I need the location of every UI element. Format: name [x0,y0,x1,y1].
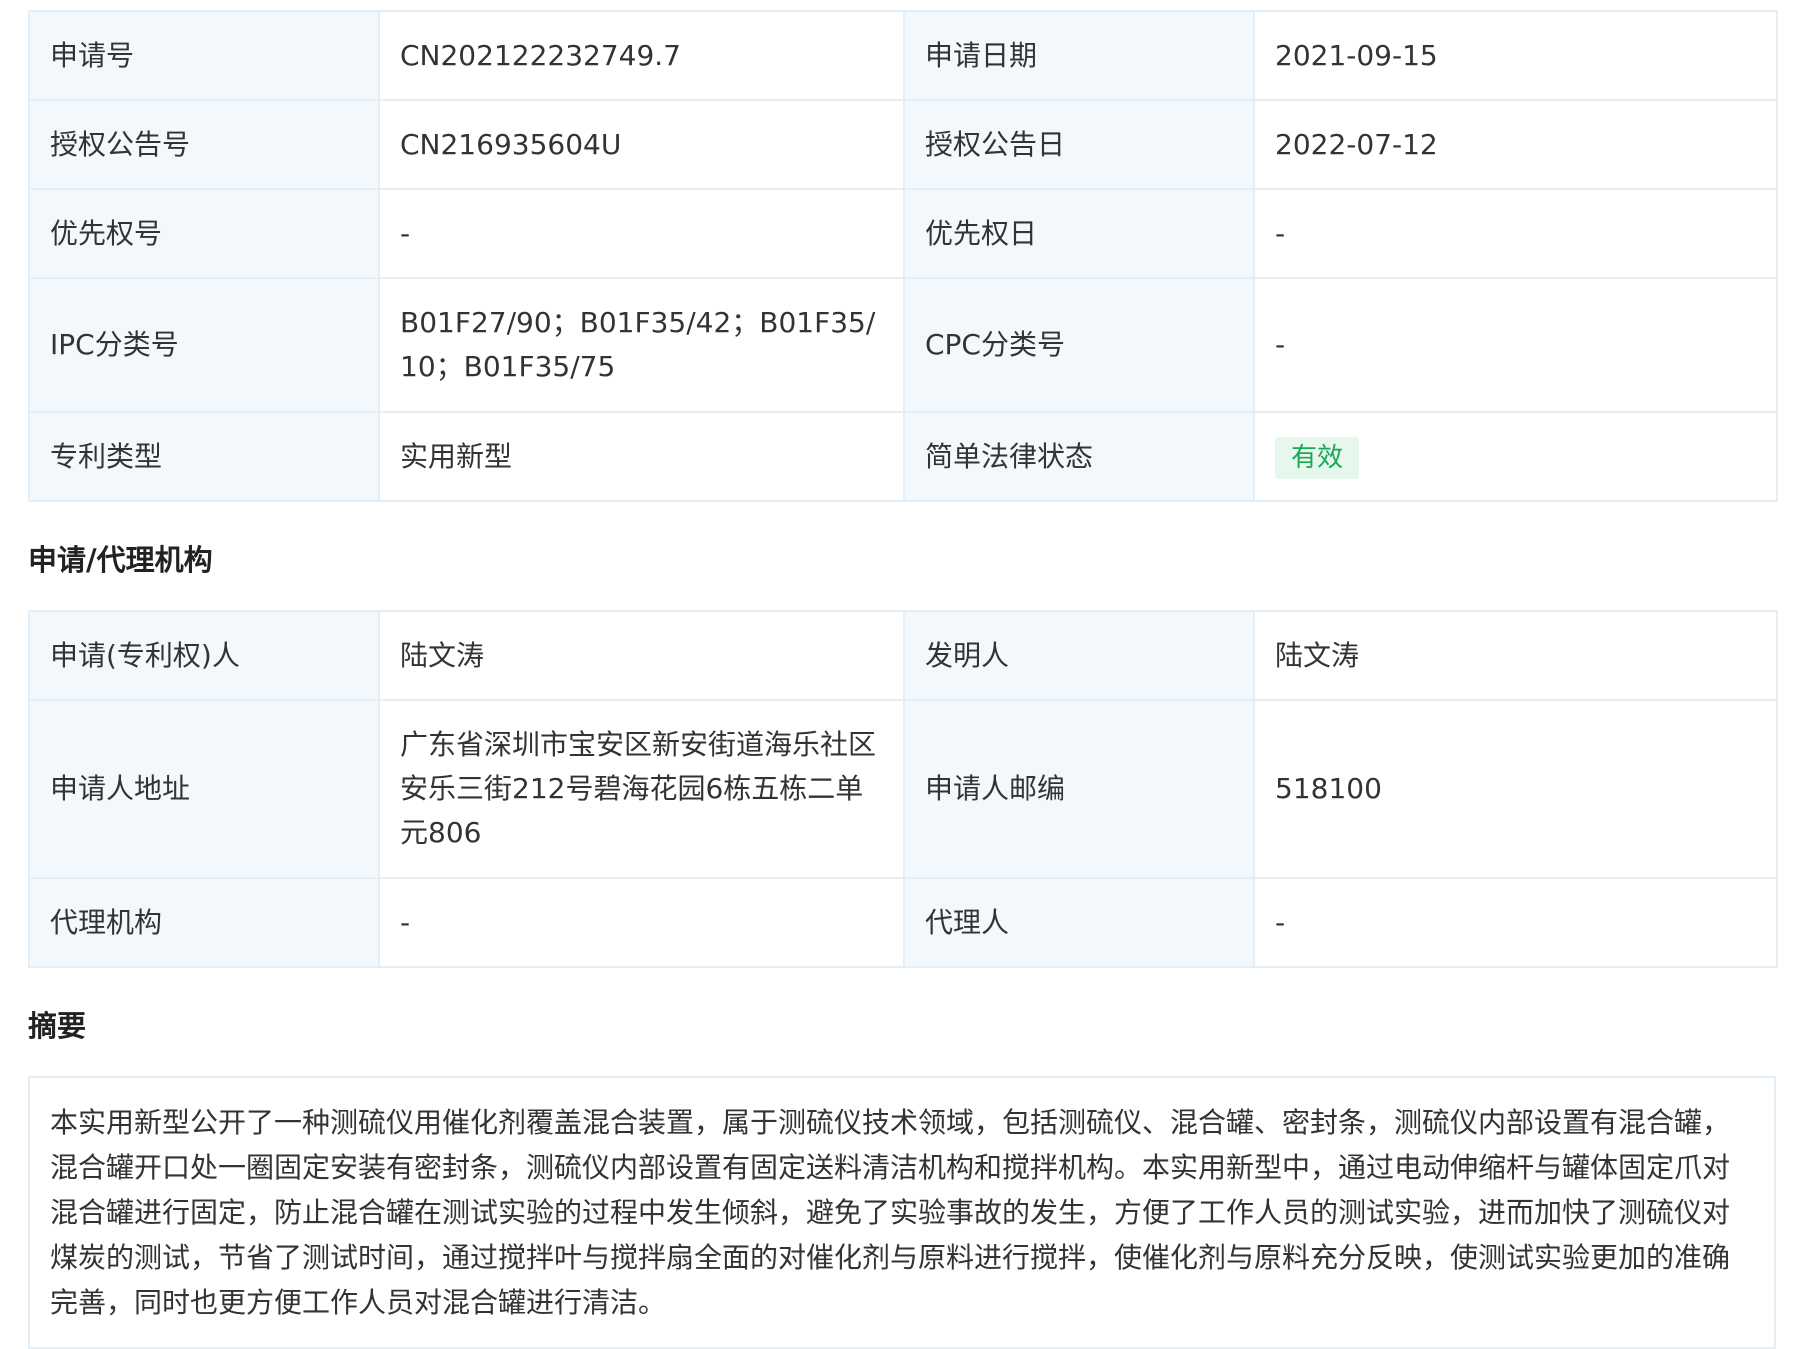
applicant-postcode-label: 申请人邮编 [903,699,1255,879]
inventor-value: 陆文涛 [1253,610,1778,701]
table-row: 申请人地址 广东省深圳市宝安区新安街道海乐社区安乐三街212号碧海花园6栋五栋二… [28,699,1778,879]
table-row: 代理机构 - 代理人 - [28,877,1778,968]
legal-status-cell: 有效 [1253,411,1778,502]
applicant-address-label: 申请人地址 [28,699,380,879]
priority-date-label: 优先权日 [903,188,1255,279]
table-row: 申请(专利权)人 陆文涛 发明人 陆文涛 [28,610,1778,701]
basic-info-table: 申请号 CN202122232749.7 申请日期 2021-09-15 授权公… [28,10,1778,502]
grant-date-value: 2022-07-12 [1253,99,1778,190]
agency-label: 代理机构 [28,877,380,968]
agency-section-title: 申请/代理机构 [28,543,213,577]
abstract-text: 本实用新型公开了一种测硫仪用催化剂覆盖混合装置，属于测硫仪技术领域，包括测硫仪、… [28,1076,1776,1349]
agent-value: - [1253,877,1778,968]
table-row: 专利类型 实用新型 简单法律状态 有效 [28,411,1778,502]
priority-number-value: - [378,188,905,279]
applicant-postcode-value: 518100 [1253,699,1778,879]
grant-date-label: 授权公告日 [903,99,1255,190]
patent-detail: 申请号 CN202122232749.7 申请日期 2021-09-15 授权公… [28,10,1778,1349]
priority-date-value: - [1253,188,1778,279]
status-badge: 有效 [1275,436,1360,479]
cpc-class-label: CPC分类号 [903,277,1255,413]
table-row: IPC分类号 B01F27/90；B01F35/42；B01F35/10；B01… [28,277,1778,413]
patent-type-label: 专利类型 [28,411,380,502]
table-row: 授权公告号 CN216935604U 授权公告日 2022-07-12 [28,99,1778,190]
applicant-label: 申请(专利权)人 [28,610,380,701]
applicant-address-value: 广东省深圳市宝安区新安街道海乐社区安乐三街212号碧海花园6栋五栋二单元806 [378,699,905,879]
ipc-class-value: B01F27/90；B01F35/42；B01F35/10；B01F35/75 [378,277,905,413]
priority-number-label: 优先权号 [28,188,380,279]
agent-label: 代理人 [903,877,1255,968]
application-number-value: CN202122232749.7 [378,10,905,101]
grant-number-value: CN216935604U [378,99,905,190]
cpc-class-value: - [1253,277,1778,413]
patent-type-value: 实用新型 [378,411,905,502]
applicant-value: 陆文涛 [378,610,905,701]
table-row: 优先权号 - 优先权日 - [28,188,1778,279]
application-date-label: 申请日期 [903,10,1255,101]
inventor-label: 发明人 [903,610,1255,701]
grant-number-label: 授权公告号 [28,99,380,190]
application-number-label: 申请号 [28,10,380,101]
abstract-section-title: 摘要 [28,1009,87,1043]
table-row: 申请号 CN202122232749.7 申请日期 2021-09-15 [28,10,1778,101]
agency-value: - [378,877,905,968]
agency-info-table: 申请(专利权)人 陆文涛 发明人 陆文涛 申请人地址 广东省深圳市宝安区新安街道… [28,610,1778,968]
application-date-value: 2021-09-15 [1253,10,1778,101]
legal-status-label: 简单法律状态 [903,411,1255,502]
ipc-class-label: IPC分类号 [28,277,380,413]
